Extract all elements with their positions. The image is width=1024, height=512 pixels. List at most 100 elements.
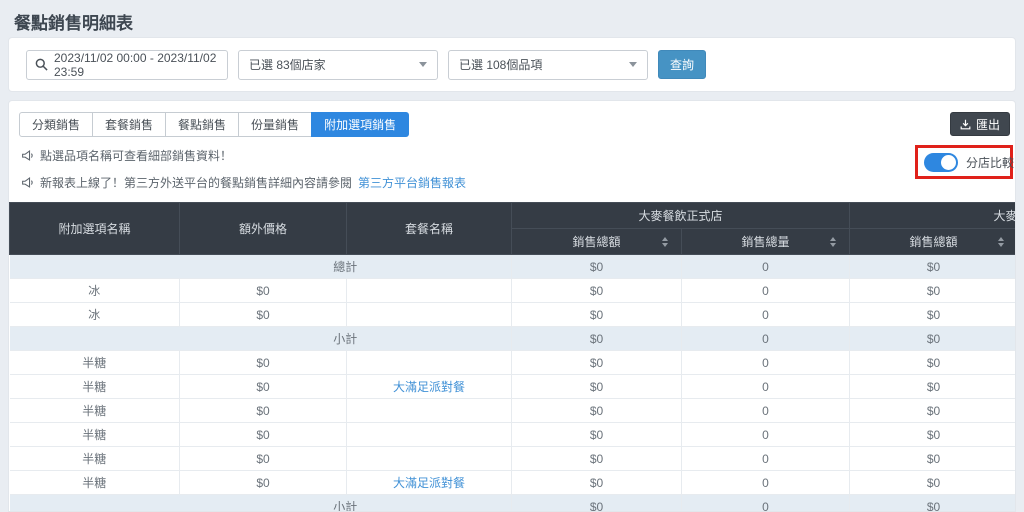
chevron-down-icon: [629, 62, 637, 67]
table-row: 半糖$0大滿足派對餐$00$0: [10, 375, 1017, 399]
value-cell: 0: [682, 375, 850, 399]
store-select-value: 已選 83個店家: [249, 56, 326, 73]
sort-header-sales-qty-1[interactable]: 銷售總量: [682, 229, 850, 255]
summary-row: 小計$00$0: [10, 495, 1017, 512]
combo-link[interactable]: 大滿足派對餐: [393, 380, 465, 394]
addon-option-cell: 半糖: [10, 399, 180, 423]
addon-option-cell: 冰: [10, 279, 180, 303]
extra-price-cell: $0: [180, 351, 347, 375]
summary-row: 總計$00$0: [10, 255, 1017, 279]
tab-combo-sales[interactable]: 套餐銷售: [92, 112, 166, 137]
store-select[interactable]: 已選 83個店家: [238, 50, 438, 80]
value-cell: 0: [682, 495, 850, 512]
combo-link[interactable]: 大滿足派對餐: [393, 476, 465, 490]
summary-row: 小計$00$0: [10, 327, 1017, 351]
subheader-label: 銷售總額: [910, 235, 958, 249]
value-cell: 0: [682, 447, 850, 471]
store-group-header-2: 大麥餐飲: [850, 203, 1016, 229]
report-panel: 分類銷售 套餐銷售 餐點銷售 份量銷售 附加選項銷售 匯出 點選品項名稱可查看細…: [8, 100, 1016, 512]
value-cell: $0: [512, 351, 682, 375]
combo-name-cell: [347, 351, 512, 375]
addon-option-cell: 半糖: [10, 471, 180, 495]
page-title: 餐點銷售明細表: [14, 9, 133, 34]
tab-meal-sales[interactable]: 餐點銷售: [165, 112, 239, 137]
extra-price-cell: $0: [180, 399, 347, 423]
value-cell: $0: [850, 303, 1016, 327]
combo-name-cell: [347, 423, 512, 447]
combo-name-cell: [347, 399, 512, 423]
store-group-header-1: 大麥餐飲正式店: [512, 203, 850, 229]
item-select[interactable]: 已選 108個品項: [448, 50, 648, 80]
value-cell: $0: [850, 279, 1016, 303]
export-button[interactable]: 匯出: [950, 112, 1010, 136]
value-cell: $0: [850, 447, 1016, 471]
item-select-value: 已選 108個品項: [459, 56, 542, 73]
extra-price-cell: $0: [180, 423, 347, 447]
table-row: 冰$0$00$0: [10, 279, 1017, 303]
table-row: 半糖$0$00$0: [10, 447, 1017, 471]
summary-label: 總計: [180, 255, 512, 279]
toggle-knob: [941, 155, 956, 170]
addon-option-cell: 半糖: [10, 351, 180, 375]
tab-category-sales[interactable]: 分類銷售: [19, 112, 93, 137]
table-row: 半糖$0大滿足派對餐$00$0: [10, 471, 1017, 495]
sort-icon: [830, 237, 836, 247]
addon-option-cell: 半糖: [10, 423, 180, 447]
value-cell: $0: [512, 423, 682, 447]
col-header-addon-name: 附加選項名稱: [10, 203, 180, 255]
value-cell: $0: [850, 351, 1016, 375]
sort-header-sales-amount-2[interactable]: 銷售總額: [850, 229, 1016, 255]
addon-option-cell: 冰: [10, 303, 180, 327]
download-icon: [960, 119, 971, 130]
value-cell: $0: [850, 375, 1016, 399]
col-header-combo-name: 套餐名稱: [347, 203, 512, 255]
combo-name-cell: [347, 303, 512, 327]
branch-compare-toggle[interactable]: [924, 153, 958, 172]
sort-header-sales-amount-1[interactable]: 銷售總額: [512, 229, 682, 255]
value-cell: $0: [850, 399, 1016, 423]
extra-price-cell: $0: [180, 279, 347, 303]
sort-icon: [998, 237, 1004, 247]
search-icon: [35, 58, 48, 71]
value-cell: $0: [512, 495, 682, 512]
extra-price-cell: $0: [180, 375, 347, 399]
extra-price-cell: $0: [180, 447, 347, 471]
date-range-input[interactable]: 2023/11/02 00:00 - 2023/11/02 23:59: [26, 50, 228, 80]
tabs-row: 分類銷售 套餐銷售 餐點銷售 份量銷售 附加選項銷售 匯出: [9, 101, 1015, 137]
value-cell: 0: [682, 399, 850, 423]
table-row: 冰$0$00$0: [10, 303, 1017, 327]
combo-name-cell: [347, 279, 512, 303]
value-cell: $0: [512, 447, 682, 471]
notice-text: 點選品項名稱可查看細部銷售資料！: [40, 147, 232, 164]
value-cell: $0: [850, 255, 1016, 279]
chevron-down-icon: [419, 62, 427, 67]
value-cell: 0: [682, 303, 850, 327]
third-party-report-link[interactable]: 第三方平台銷售報表: [358, 174, 466, 191]
table-row: 半糖$0$00$0: [10, 399, 1017, 423]
search-button[interactable]: 查詢: [658, 50, 706, 79]
tab-portion-sales[interactable]: 份量銷售: [238, 112, 312, 137]
notice-line-2: 新報表上線了！第三方外送平台的餐點銷售詳細內容請參閱第三方平台銷售報表: [21, 174, 1015, 191]
value-cell: $0: [512, 303, 682, 327]
combo-name-cell: 大滿足派對餐: [347, 471, 512, 495]
notice-line-1: 點選品項名稱可查看細部銷售資料！: [21, 147, 1015, 164]
value-cell: $0: [850, 327, 1016, 351]
value-cell: 0: [682, 279, 850, 303]
table-body: 總計$00$0冰$0$00$0冰$0$00$0小計$00$0半糖$0$00$0半…: [10, 255, 1017, 512]
value-cell: 0: [682, 255, 850, 279]
value-cell: $0: [512, 375, 682, 399]
tab-addon-sales[interactable]: 附加選項銷售: [311, 112, 409, 137]
megaphone-icon: [21, 149, 34, 162]
table-row: 半糖$0$00$0: [10, 423, 1017, 447]
summary-label: 小計: [180, 327, 512, 351]
extra-price-cell: $0: [180, 303, 347, 327]
addon-option-cell: 半糖: [10, 375, 180, 399]
sort-icon: [662, 237, 668, 247]
combo-name-cell: [347, 447, 512, 471]
filter-bar: 2023/11/02 00:00 - 2023/11/02 23:59 已選 8…: [8, 37, 1016, 92]
addon-option-cell: 半糖: [10, 447, 180, 471]
table-row: 半糖$0$00$0: [10, 351, 1017, 375]
date-range-value: 2023/11/02 00:00 - 2023/11/02 23:59: [54, 51, 219, 79]
tab-group: 分類銷售 套餐銷售 餐點銷售 份量銷售 附加選項銷售: [19, 112, 1015, 137]
value-cell: 0: [682, 423, 850, 447]
